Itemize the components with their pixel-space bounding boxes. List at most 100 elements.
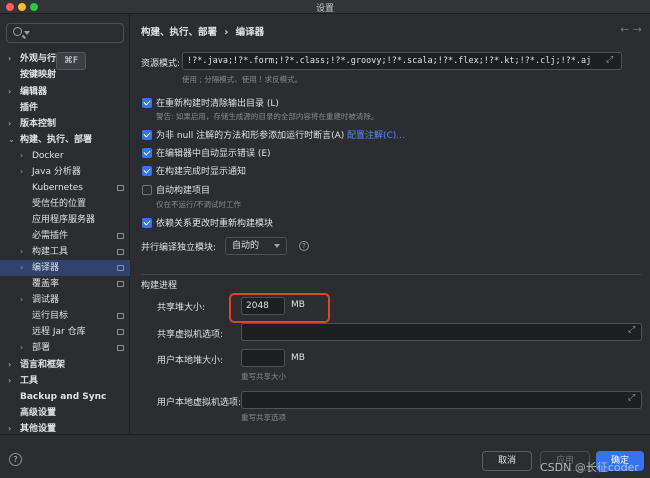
rebuild-on-deps-change-label[interactable]: 依赖关系更改时重新构建模块: [156, 216, 273, 229]
highlight-annotation: [229, 293, 330, 323]
sidebar-item[interactable]: › 编辑器: [0, 84, 130, 100]
sidebar-item-label: 编译器: [32, 263, 60, 273]
user-heap-input[interactable]: [241, 349, 285, 367]
forward-arrow-icon[interactable]: →: [633, 23, 642, 36]
sidebar-item[interactable]: 高级设置: [0, 405, 130, 421]
chevron-right-icon[interactable]: ›: [20, 292, 28, 308]
sidebar-item-label: 调试器: [32, 295, 60, 305]
window-title: 设置: [315, 4, 334, 14]
project-level-icon: [117, 313, 124, 319]
breadcrumb-parent[interactable]: 构建、执行、部署: [141, 27, 217, 38]
shared-heap-label: 共享堆大小:: [157, 303, 206, 313]
user-vm-options-input[interactable]: [241, 391, 642, 409]
sidebar-item-label: 工具: [20, 376, 39, 386]
section-divider: [141, 274, 641, 275]
project-level-icon: [117, 329, 124, 335]
user-heap-unit: MB: [291, 353, 305, 363]
chevron-right-icon[interactable]: ›: [20, 340, 28, 356]
sidebar-item[interactable]: 受信任的位置: [0, 196, 130, 212]
sidebar-item[interactable]: › 版本控制: [0, 116, 130, 132]
build-notification-label[interactable]: 在构建完成时显示通知: [156, 164, 246, 177]
parallel-compile-select[interactable]: 自动的: [225, 237, 287, 255]
expand-field-icon[interactable]: [628, 393, 637, 404]
sidebar-item-label: 按键映射: [20, 70, 57, 80]
chevron-right-icon[interactable]: ›: [8, 51, 16, 67]
compiler-settings-panel: 构建、执行、部署 › 编译器 ← → 资源模式: !?*.java;!?*.fo…: [131, 14, 650, 434]
project-level-icon: [117, 249, 124, 255]
auto-show-errors-checkbox[interactable]: [142, 148, 152, 158]
settings-search-input[interactable]: [6, 23, 124, 43]
sidebar-item-label: 应用程序服务器: [32, 215, 96, 225]
chevron-down-icon[interactable]: ⌄: [8, 132, 16, 148]
search-shortcut-tooltip: ⌘F: [56, 52, 86, 70]
sidebar-item[interactable]: › 构建工具: [0, 244, 130, 260]
chevron-right-icon[interactable]: ›: [20, 260, 28, 276]
expand-field-icon[interactable]: [628, 325, 637, 336]
dialog-footer: ? 取消 应用 确定 CSDN @长征coder: [0, 434, 650, 478]
chevron-down-icon: [274, 244, 280, 248]
sidebar-item-label: 版本控制: [20, 119, 57, 129]
sidebar-item[interactable]: ⌄ 构建、执行、部署: [0, 132, 130, 148]
sidebar-item[interactable]: › Java 分析器: [0, 164, 130, 180]
chevron-right-icon[interactable]: ›: [20, 164, 28, 180]
project-level-icon: [117, 265, 124, 271]
sidebar-item-label: 覆盖率: [32, 279, 60, 289]
user-heap-hint: 重写共享大小: [241, 372, 286, 381]
chevron-right-icon[interactable]: ›: [8, 116, 16, 132]
breadcrumb: 构建、执行、部署 › 编译器: [141, 24, 268, 38]
cancel-button[interactable]: 取消: [482, 451, 532, 471]
clear-output-checkbox[interactable]: [142, 98, 152, 108]
shared-vm-options-label: 共享虚拟机选项:: [157, 330, 224, 340]
rebuild-on-deps-change-checkbox[interactable]: [142, 218, 152, 228]
chevron-right-icon[interactable]: ›: [8, 357, 16, 373]
sidebar-item-label: 编辑器: [20, 87, 48, 97]
shared-vm-options-input[interactable]: [241, 323, 642, 341]
chevron-right-icon[interactable]: ›: [20, 244, 28, 260]
back-arrow-icon[interactable]: ←: [620, 23, 629, 36]
help-button[interactable]: ?: [9, 453, 22, 466]
chevron-right-icon[interactable]: ›: [8, 84, 16, 100]
sidebar-item[interactable]: 应用程序服务器: [0, 212, 130, 228]
sidebar-item[interactable]: Backup and Sync: [0, 389, 130, 405]
sidebar-item[interactable]: › 部署: [0, 340, 130, 356]
sidebar-item-label: 受信任的位置: [32, 199, 87, 209]
sidebar-item[interactable]: 运行目标: [0, 308, 130, 324]
clear-output-label[interactable]: 在重新构建时清除输出目录 (L): [156, 96, 279, 109]
sidebar-item[interactable]: 必需插件: [0, 228, 130, 244]
sidebar-item[interactable]: › 语言和框架: [0, 357, 130, 373]
clear-output-warning: 警告: 如果启用，存储生成源的目录的全部内容将在重建时被清除。: [156, 112, 379, 121]
auto-build-label[interactable]: 自动构建项目: [156, 183, 210, 196]
sidebar-item[interactable]: Kubernetes: [0, 180, 130, 196]
auto-show-errors-label[interactable]: 在编辑器中自动显示错误 (E): [156, 146, 271, 159]
user-vm-options-hint: 重写共享选项: [241, 413, 286, 422]
resource-patterns-label: 资源模式:: [141, 59, 181, 69]
sidebar-item-label: 远程 Jar 仓库: [32, 327, 86, 337]
sidebar-item-label: 必需插件: [32, 231, 69, 241]
not-null-assertions-checkbox[interactable]: [142, 130, 152, 140]
sidebar-item[interactable]: › 调试器: [0, 292, 130, 308]
sidebar-item-label: Java 分析器: [32, 167, 81, 177]
title-bar: 设置: [0, 0, 650, 14]
parallel-compile-label: 并行编译独立模块:: [141, 243, 217, 253]
build-notification-checkbox[interactable]: [142, 166, 152, 176]
sidebar-item[interactable]: › Docker: [0, 148, 130, 164]
sidebar-item[interactable]: 覆盖率: [0, 276, 130, 292]
help-icon[interactable]: ?: [299, 241, 309, 251]
sidebar-item[interactable]: 远程 Jar 仓库: [0, 324, 130, 340]
sidebar-item[interactable]: › 工具: [0, 373, 130, 389]
expand-field-icon[interactable]: [606, 55, 615, 66]
sidebar-item-label: 运行目标: [32, 311, 69, 321]
project-level-icon: [117, 281, 124, 287]
search-history-dropdown-icon[interactable]: [24, 31, 30, 35]
resource-patterns-input[interactable]: !?*.java;!?*.form;!?*.class;!?*.groovy;!…: [182, 52, 622, 70]
sidebar-item-label: 构建、执行、部署: [20, 135, 93, 145]
sidebar-item[interactable]: 插件: [0, 100, 130, 116]
chevron-right-icon[interactable]: ›: [8, 373, 16, 389]
not-null-assertions-label[interactable]: 为非 null 注解的方法和形参添加运行时断言(A): [156, 128, 344, 141]
configure-annotations-link[interactable]: 配置注解(C)...: [347, 128, 405, 141]
chevron-right-icon[interactable]: ›: [20, 148, 28, 164]
auto-build-checkbox[interactable]: [142, 185, 152, 195]
settings-sidebar: › 外观与行为 按键映射 › 编辑器 插件 › 版本控制 ⌄ 构建、执行、部署 › Docker › Ja…: [0, 14, 130, 434]
sidebar-item-label: Docker: [32, 151, 64, 161]
sidebar-item[interactable]: › 编译器: [0, 260, 130, 276]
